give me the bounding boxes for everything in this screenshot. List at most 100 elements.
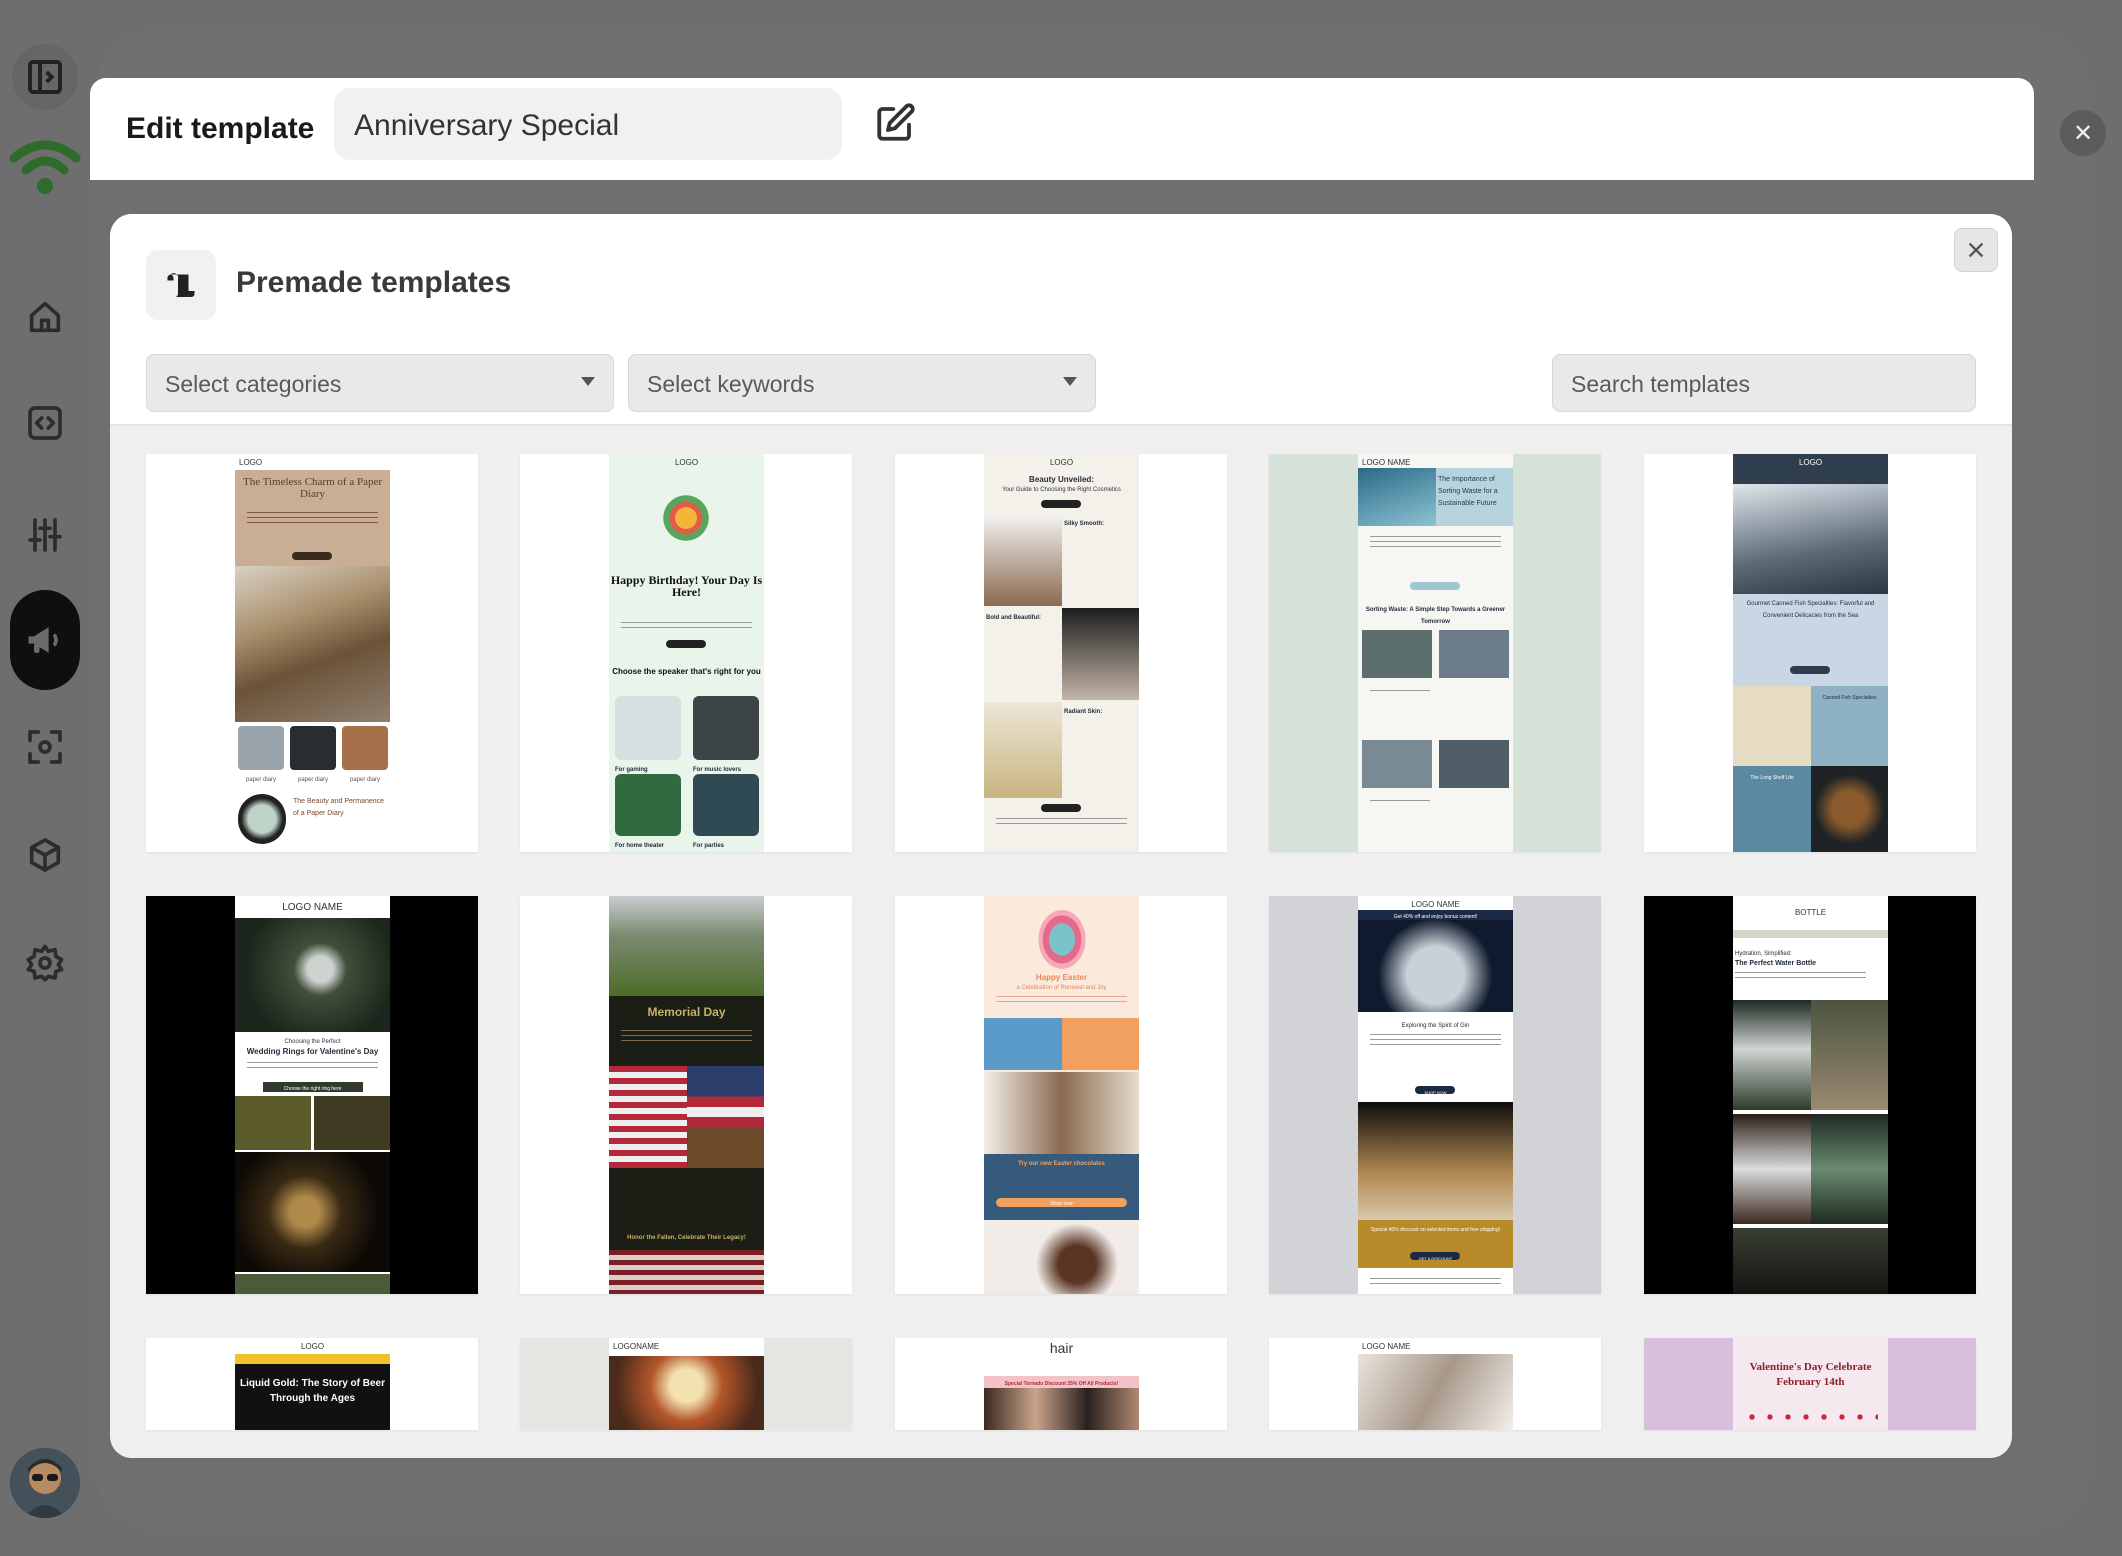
template-card-wedding[interactable]: LOGO NAME: [1269, 1338, 1601, 1430]
template-image-chocolates: [984, 1072, 1139, 1154]
template-headline: The Importance of Sorting Waste for a Su…: [1438, 476, 1498, 507]
template-headline: Wedding Rings for Valentine's Day: [246, 1047, 379, 1056]
template-promo-box: [1062, 1018, 1139, 1070]
template-cta: [1790, 666, 1830, 674]
template-thumb: [342, 726, 388, 770]
home-icon: [29, 301, 61, 333]
template-product: [693, 774, 759, 836]
template-logo: LOGO: [1798, 458, 1823, 467]
template-headline: The Timeless Charm of a Paper Diary: [242, 476, 382, 500]
brand-wifi-icon: [9, 140, 81, 194]
categories-select-label: Select categories: [165, 371, 342, 397]
template-thumb: [238, 726, 284, 770]
template-image: [1062, 608, 1139, 700]
text-line: [1370, 1034, 1501, 1035]
template-headline: Memorial Day: [647, 1005, 726, 1019]
text-line: [1370, 1283, 1501, 1284]
template-card-valentines[interactable]: Valentine's Day Celebrate February 14th: [1644, 1338, 1976, 1430]
template-headline: Gourmet Canned Fish Specialties: Flavorf…: [1746, 601, 1875, 619]
template-card-beer[interactable]: LOGO Liquid Gold: The Story of Beer Thro…: [146, 1338, 478, 1430]
template-image: [1362, 630, 1432, 678]
text-line: [1370, 1278, 1501, 1279]
template-image: [1439, 630, 1509, 678]
template-card-memorial-day[interactable]: Memorial Day Honor the Fallen, Celebrate…: [520, 896, 852, 1294]
modal-close-button[interactable]: [1954, 228, 1998, 272]
products-button[interactable]: [22, 832, 68, 878]
template-image-house: [687, 1066, 764, 1168]
close-icon: [1968, 242, 1984, 258]
template-logo: LOGO NAME: [282, 902, 343, 913]
rename-button[interactable]: [874, 102, 916, 144]
chevron-down-icon: [1063, 377, 1077, 386]
template-image: [1439, 740, 1509, 788]
template-image-bottle: [1811, 1000, 1888, 1110]
template-logo: BOTTLE: [1794, 908, 1827, 917]
text-line: [1370, 541, 1501, 542]
template-headline: Liquid Gold: The Story of Beer Through t…: [240, 1378, 385, 1404]
template-image: [235, 1274, 390, 1294]
text-line: [247, 1062, 378, 1063]
template-card-gin[interactable]: LOGO NAME Get 40% off and enjoy bonus co…: [1269, 896, 1601, 1294]
template-image: [984, 1388, 1139, 1430]
template-image-cake: [653, 476, 719, 546]
template-product: [615, 774, 681, 836]
left-rail: [0, 0, 90, 1556]
template-section: Silky Smooth:: [1064, 521, 1105, 527]
settings-icon: [26, 944, 64, 982]
search-templates-input[interactable]: Search templates: [1552, 354, 1976, 412]
text-line: [1735, 972, 1866, 973]
text-line: [1370, 1044, 1501, 1045]
template-image-egg: [1032, 902, 1092, 970]
template-thumb: [290, 726, 336, 770]
edit-template-header: Edit template Anniversary Special: [90, 78, 2034, 180]
scan-button[interactable]: [22, 724, 68, 770]
template-image-cemetery: [609, 896, 764, 996]
template-logo: LOGO NAME: [1411, 900, 1460, 909]
template-image: [235, 1096, 311, 1150]
template-image-bottle: [1733, 1000, 1811, 1110]
template-card-waste[interactable]: LOGO NAME The Importance of Sorting Wast…: [1269, 454, 1601, 852]
categories-select[interactable]: Select categories: [146, 354, 614, 412]
text-line: [996, 823, 1127, 824]
template-image-bottle: [1733, 1114, 1811, 1224]
hearts-decoration: [1743, 1408, 1878, 1426]
template-logo: LOGO: [239, 458, 263, 467]
sliders-button[interactable]: [22, 512, 68, 558]
template-card-yoga[interactable]: LOGONAME: [520, 1338, 852, 1430]
template-headline: Happy Birthday! Your Day Is Here!: [610, 573, 763, 599]
keywords-select[interactable]: Select keywords: [628, 354, 1096, 412]
template-image-ring: [235, 918, 390, 1032]
template-card-beauty[interactable]: LOGO Beauty Unveiled: Your Guide to Choo…: [895, 454, 1227, 852]
template-card-water-bottle[interactable]: BOTTLE Hydration, Simplified: The Perfec…: [1644, 896, 1976, 1294]
text-line: [247, 1067, 378, 1068]
template-headline: Exploring the Spirit of Gin: [1401, 1023, 1470, 1029]
template-product: [693, 696, 759, 760]
template-name-input[interactable]: Anniversary Special: [334, 88, 842, 160]
text-line: [996, 818, 1127, 819]
scroll-icon: [167, 273, 195, 297]
template-card-canned-fish[interactable]: LOGO Gourmet Canned Fish Specialties: Fl…: [1644, 454, 1976, 852]
template-card-hair[interactable]: hair Special Tornado Discount 25% Off Al…: [895, 1338, 1227, 1430]
text-line: [621, 622, 752, 623]
text-line: [996, 1001, 1127, 1002]
template-logo: LOGO: [1049, 458, 1074, 467]
sidebar-toggle-button[interactable]: [12, 44, 78, 110]
template-image: [984, 514, 1062, 606]
template-section: Try our new Easter chocolates: [1018, 1161, 1105, 1167]
template-card-wedding-rings[interactable]: LOGO NAME Choosing the Perfect Wedding R…: [146, 896, 478, 1294]
campaigns-button[interactable]: [10, 590, 80, 690]
template-subhead: Your Guide to Choosing the Right Cosmeti…: [1002, 487, 1121, 493]
template-image-glass: [1358, 920, 1513, 1012]
outer-close-button[interactable]: ✕: [2060, 110, 2106, 156]
settings-button[interactable]: [22, 940, 68, 986]
code-button[interactable]: [22, 400, 68, 446]
template-card-easter[interactable]: Happy Easter a Celebration of Renewal an…: [895, 896, 1227, 1294]
template-image: [1811, 766, 1888, 852]
template-subhead: a Celebration of Renewal and Joy: [1016, 985, 1107, 991]
template-card-paper-diary[interactable]: LOGO The Timeless Charm of a Paper Diary…: [146, 454, 478, 852]
template-card-birthday[interactable]: LOGO Happy Birthday! Your Day Is Here! C…: [520, 454, 852, 852]
home-button[interactable]: [22, 294, 68, 340]
template-footer-heading: The Beauty and Permanence of a Paper Dia…: [293, 798, 385, 817]
text-line: [1735, 977, 1866, 978]
user-avatar[interactable]: [10, 1448, 80, 1518]
